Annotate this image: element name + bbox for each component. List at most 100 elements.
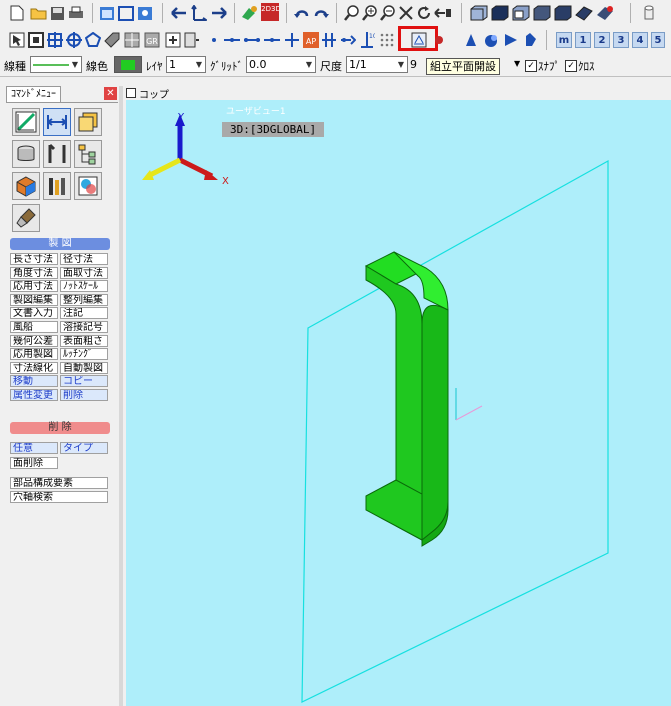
ruler-icon[interactable]	[12, 108, 40, 136]
cross-checkbox[interactable]: ✓ ｸﾛｽ	[565, 58, 595, 74]
c-channel-part[interactable]	[364, 251, 483, 547]
panel-divider[interactable]	[119, 86, 123, 706]
grid-box-2-icon[interactable]: GR	[143, 31, 161, 49]
delete-option-type[interactable]: タイプ	[60, 442, 108, 454]
part-element-button[interactable]: 部品構成要素	[10, 477, 108, 489]
command-button[interactable]: 風船	[10, 321, 58, 333]
polygon-icon[interactable]	[84, 31, 102, 49]
snap-2-icon[interactable]	[183, 31, 201, 49]
command-menu-tab[interactable]: ｺﾏﾝﾄﾞﾒﾆｭｰ ✕	[6, 86, 118, 103]
part-icon[interactable]	[12, 140, 40, 168]
command-button[interactable]: 長さ寸法	[10, 253, 58, 265]
line-2-icon[interactable]	[243, 31, 261, 49]
line-type-select[interactable]: ▼	[30, 56, 82, 73]
command-button[interactable]: 寸法線化	[10, 361, 58, 374]
box-icon[interactable]	[27, 31, 45, 49]
command-button[interactable]: ﾉｯﾄｽｹｰﾙ	[60, 280, 108, 293]
move-left-icon[interactable]	[170, 4, 188, 22]
center-icon[interactable]	[65, 31, 83, 49]
layer-select[interactable]: 1 ▼	[166, 56, 206, 73]
command-button[interactable]: 応用寸法	[10, 280, 58, 293]
crosshair-icon[interactable]	[46, 31, 64, 49]
cube-icon[interactable]	[12, 172, 40, 200]
command-button[interactable]: 移動	[10, 375, 58, 388]
shade-box-7-icon[interactable]	[596, 4, 614, 22]
grid-box-icon[interactable]	[123, 31, 141, 49]
brush-icon[interactable]	[12, 204, 40, 232]
library-icon[interactable]	[43, 172, 71, 200]
pan-left-icon[interactable]	[434, 4, 452, 22]
command-button[interactable]: 自動製図	[60, 361, 108, 374]
command-button[interactable]: 応用製図	[10, 348, 58, 361]
hole-search-button[interactable]: 穴軸検索	[10, 491, 108, 503]
shade-box-1-icon[interactable]	[470, 4, 488, 22]
material-icon[interactable]	[74, 172, 102, 200]
move-right-icon[interactable]	[210, 4, 228, 22]
command-button[interactable]: コピー	[60, 375, 108, 388]
command-button[interactable]: 製図編集	[10, 293, 58, 306]
layers-icon[interactable]	[74, 108, 102, 136]
viewport-tab[interactable]: コップ	[126, 86, 169, 101]
select-cursor-icon[interactable]	[8, 31, 26, 49]
snap-checkbox[interactable]: ✓ ｽﾅﾌﾟ	[525, 58, 560, 74]
grid-select[interactable]: 0.0 ▼	[246, 56, 316, 73]
column-icon[interactable]	[320, 31, 338, 49]
view-button-2[interactable]: 2	[594, 32, 610, 48]
grid-dots-icon[interactable]	[378, 31, 396, 49]
zoom-icon[interactable]	[343, 4, 361, 22]
face-delete-button[interactable]: 面削除	[10, 457, 58, 469]
tree-icon[interactable]	[74, 140, 102, 168]
command-button[interactable]: 削除	[60, 389, 108, 401]
save-icon[interactable]	[48, 4, 66, 22]
pole-icon[interactable]: 10	[358, 31, 376, 49]
command-button[interactable]: 注記	[60, 307, 108, 320]
view-button-5[interactable]: 5	[651, 32, 665, 48]
plus-icon[interactable]	[283, 31, 301, 49]
rectangle-view-icon[interactable]	[117, 4, 135, 22]
solid-3-icon[interactable]	[502, 31, 520, 49]
view-2d3d-icon[interactable]: 2D3D	[261, 3, 279, 21]
solid-1-icon[interactable]	[462, 31, 480, 49]
assembly-flatten-icon[interactable]	[410, 31, 428, 49]
new-file-icon[interactable]	[8, 4, 26, 22]
shade-box-4-icon[interactable]	[533, 4, 551, 22]
solid-2-icon[interactable]	[482, 31, 500, 49]
command-button[interactable]: 面取寸法	[60, 266, 108, 279]
delete-option-any[interactable]: 任意	[10, 442, 58, 454]
line-color-swatch[interactable]	[114, 56, 142, 73]
print-icon[interactable]	[67, 4, 85, 22]
close-icon[interactable]: ✕	[104, 87, 117, 100]
ap-icon[interactable]: AP	[302, 31, 320, 49]
shade-box-2-icon[interactable]	[491, 4, 509, 22]
arrow-snap-icon[interactable]	[339, 31, 357, 49]
dimension-icon[interactable]	[43, 108, 71, 136]
fit-view-icon[interactable]	[136, 4, 154, 22]
view-button-4[interactable]: 4	[632, 32, 648, 48]
chevron-down-icon[interactable]: ▼	[514, 59, 520, 68]
shade-box-3-icon[interactable]	[512, 4, 530, 22]
scale-select[interactable]: 1/1 ▼	[346, 56, 408, 73]
command-button[interactable]: 属性変更	[10, 389, 58, 401]
view-button-m[interactable]: m	[556, 32, 572, 48]
shade-box-5-icon[interactable]	[554, 4, 572, 22]
dot-icon[interactable]	[205, 31, 223, 49]
rotate-icon[interactable]	[415, 4, 433, 22]
command-button[interactable]: 整列編集	[60, 293, 108, 306]
paint-icon[interactable]	[240, 4, 258, 22]
open-folder-icon[interactable]	[29, 4, 47, 22]
snap-icon[interactable]	[164, 31, 182, 49]
3d-viewport[interactable]: ユーザビュー1 3D:[3DGLOBAL] Y X	[126, 100, 671, 706]
tools-icon[interactable]	[43, 140, 71, 168]
command-button[interactable]: 溶接記号	[60, 321, 108, 333]
command-button[interactable]: ﾙｯﾁﾝｸﾞ	[60, 348, 108, 361]
zoom-out-icon[interactable]	[379, 4, 397, 22]
view-button-3[interactable]: 3	[613, 32, 629, 48]
zoom-cross-icon[interactable]	[397, 4, 415, 22]
shade-box-6-icon[interactable]	[575, 4, 593, 22]
command-button[interactable]: 角度寸法	[10, 266, 58, 279]
line-1-icon[interactable]	[223, 31, 241, 49]
redo-icon[interactable]	[312, 4, 330, 22]
undo-icon[interactable]	[293, 4, 311, 22]
command-button[interactable]: 径寸法	[60, 253, 108, 265]
command-button[interactable]: 表面粗さ	[60, 334, 108, 347]
